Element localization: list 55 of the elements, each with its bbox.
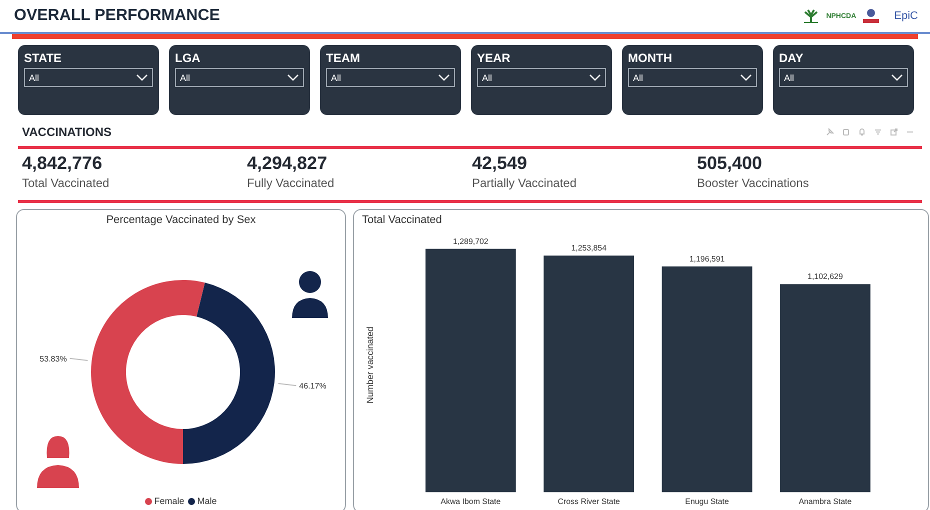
chevron-down-icon bbox=[891, 74, 903, 81]
chevron-down-icon bbox=[136, 74, 148, 81]
page-title: OVERALL PERFORMANCE bbox=[14, 7, 220, 25]
kpi-value: 4,294,827 bbox=[247, 153, 328, 174]
slicer-label: LGA bbox=[175, 51, 202, 65]
kpi-value: 4,842,776 bbox=[22, 153, 104, 174]
leader-line bbox=[277, 383, 296, 386]
kpi-value: 42,549 bbox=[472, 153, 528, 174]
slicer-label: STATE bbox=[24, 51, 63, 65]
copy-icon[interactable] bbox=[842, 128, 850, 136]
kpi-label: Total Vaccinated bbox=[22, 176, 110, 190]
axis-label: Akwa Ibom State bbox=[440, 497, 501, 506]
legend-label: Female bbox=[154, 496, 184, 506]
kpi-label: Booster Vaccinations bbox=[697, 176, 810, 190]
dropdown[interactable]: All bbox=[24, 68, 153, 87]
slicer-label: MONTH bbox=[628, 51, 673, 65]
chart-title: Percentage Vaccinated by Sex bbox=[106, 213, 256, 226]
kpi-value: 505,400 bbox=[697, 153, 764, 174]
section-title: VACCINATIONS bbox=[22, 125, 112, 139]
data-label: 53.83% bbox=[39, 354, 66, 364]
bell-icon[interactable] bbox=[858, 128, 866, 136]
slicer-label: DAY bbox=[779, 51, 804, 65]
dropdown[interactable]: All bbox=[628, 68, 757, 87]
data-label: 1,289,702 bbox=[453, 236, 488, 246]
man-icon bbox=[292, 271, 328, 318]
chevron-down-icon bbox=[287, 74, 299, 81]
leader-line bbox=[68, 358, 88, 361]
slicer-label: YEAR bbox=[477, 51, 512, 65]
filter-icon[interactable] bbox=[874, 128, 882, 136]
kpi-label: Fully Vaccinated bbox=[247, 176, 336, 190]
dropdown[interactable]: All bbox=[477, 68, 606, 87]
slicer-label: TEAM bbox=[326, 51, 361, 65]
dropdown[interactable]: All bbox=[779, 68, 908, 87]
dropdown[interactable]: All bbox=[326, 68, 455, 87]
woman-icon bbox=[36, 436, 78, 488]
legend-label: Male bbox=[197, 496, 217, 506]
data-label: 46.17% bbox=[298, 382, 326, 391]
data-label: 1,196,591 bbox=[689, 254, 725, 264]
data-label: 1,253,854 bbox=[571, 244, 607, 253]
emblem-logo-icon bbox=[862, 8, 880, 24]
data-label: 1,102,629 bbox=[808, 272, 843, 282]
chevron-down-icon bbox=[438, 74, 450, 81]
expand-icon[interactable] bbox=[890, 128, 898, 136]
kpi-label: Partially Vaccinated bbox=[472, 176, 578, 190]
axis-title: Number vaccinated bbox=[364, 326, 375, 404]
axis-label: Enugu State bbox=[685, 497, 729, 506]
logo-text: EpiC bbox=[894, 10, 918, 22]
axis-label: Cross River State bbox=[558, 497, 620, 506]
pin-icon[interactable] bbox=[826, 128, 834, 136]
dropdown[interactable]: All bbox=[175, 68, 304, 87]
axis-label: Anambra State bbox=[798, 497, 852, 506]
chart-title: Total Vaccinated bbox=[361, 213, 443, 226]
chevron-down-icon bbox=[740, 74, 752, 81]
plant-logo-icon bbox=[802, 9, 820, 23]
chevron-down-icon bbox=[589, 74, 601, 81]
